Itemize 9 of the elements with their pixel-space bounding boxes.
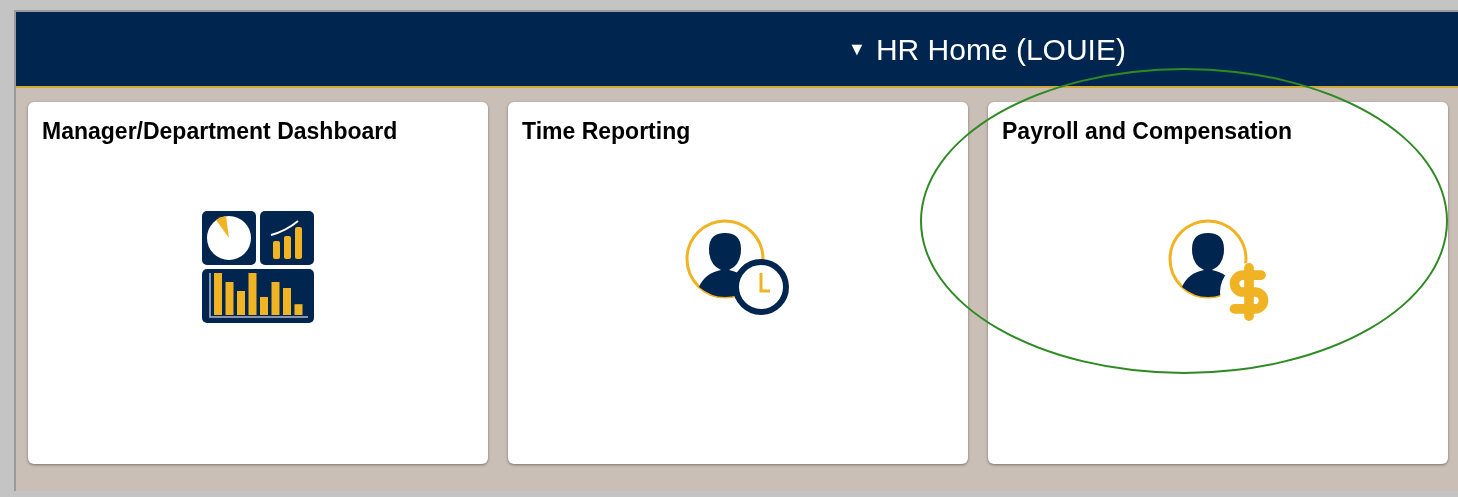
tile[interactable]: Payroll and Compensation	[988, 102, 1448, 464]
tile-title: Manager/Department Dashboard	[41, 117, 399, 146]
tile[interactable]: Time Reporting	[508, 102, 968, 464]
caret-icon[interactable]: ▼	[848, 35, 866, 63]
tile[interactable]: Manager/Department Dashboard	[28, 102, 488, 464]
dashboard-icon	[200, 208, 316, 325]
page-title[interactable]: HR Home (LOUIE)	[875, 26, 1126, 72]
tile-title: Payroll and Compensation	[1001, 117, 1294, 146]
tile-title: Time Reporting	[521, 117, 692, 146]
